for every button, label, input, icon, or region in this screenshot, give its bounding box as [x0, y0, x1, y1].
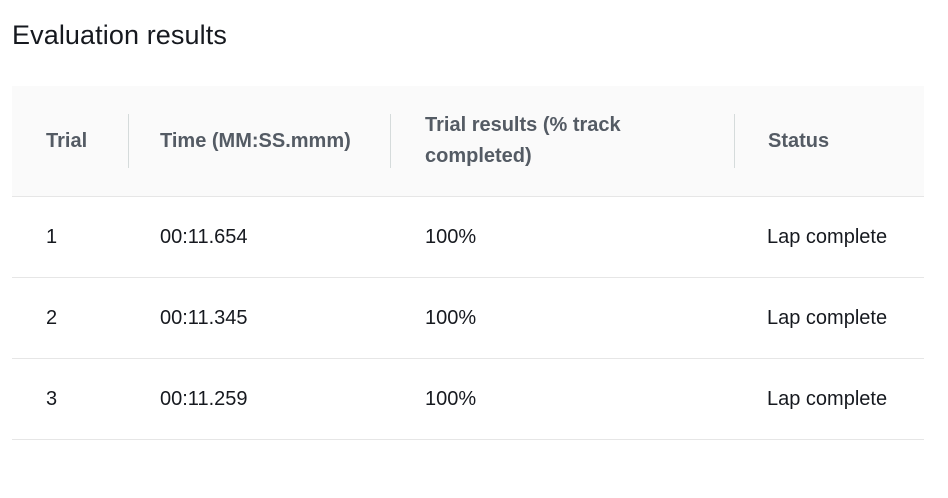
- table-row: 1 00:11.654 100% Lap complete: [12, 197, 924, 278]
- cell-trial: 2: [46, 306, 58, 329]
- cell-time: 00:11.259: [160, 387, 248, 410]
- column-divider: [390, 114, 391, 168]
- cell-trial: 1: [46, 225, 58, 248]
- cell-trial-results: 100%: [425, 387, 477, 410]
- column-divider: [734, 114, 735, 168]
- evaluation-results-table: Trial Time (MM:SS.mmm) Trial results (% …: [12, 86, 924, 440]
- column-divider: [128, 114, 129, 168]
- cell-trial: 3: [46, 387, 58, 410]
- cell-trial-results: 100%: [425, 225, 477, 248]
- cell-trial-results: 100%: [425, 306, 477, 329]
- cell-status: Lap complete: [767, 225, 888, 248]
- cell-status: Lap complete: [767, 387, 888, 410]
- column-header-time: Time (MM:SS.mmm): [160, 129, 351, 152]
- column-header-trial: Trial: [46, 129, 88, 152]
- cell-time: 00:11.345: [160, 306, 248, 329]
- page-title: Evaluation results: [12, 20, 227, 50]
- cell-time: 00:11.654: [160, 225, 248, 248]
- column-header-trial-results: Trial results (% track completed): [425, 114, 621, 167]
- table-row: 3 00:11.259 100% Lap complete: [12, 359, 924, 440]
- cell-status: Lap complete: [767, 306, 888, 329]
- table-header: Trial Time (MM:SS.mmm) Trial results (% …: [12, 86, 924, 197]
- column-header-status: Status: [768, 129, 830, 152]
- table-row: 2 00:11.345 100% Lap complete: [12, 278, 924, 359]
- evaluation-results-page: Evaluation results Trial Time (MM:SS.mmm…: [0, 0, 948, 498]
